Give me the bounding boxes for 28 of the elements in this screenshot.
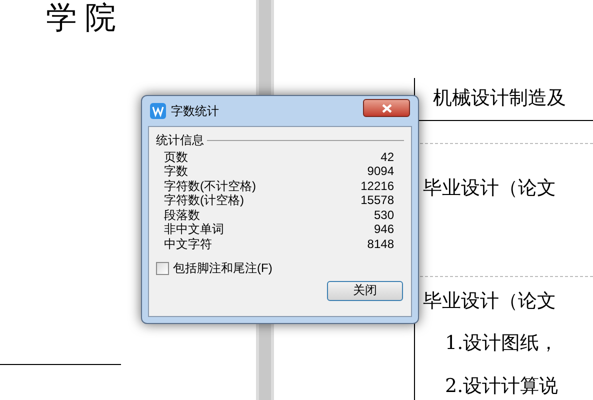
close-button[interactable] bbox=[363, 99, 410, 117]
dialog-title: 字数统计 bbox=[171, 103, 219, 120]
app-icon bbox=[150, 103, 166, 119]
group-label: 统计信息 bbox=[156, 133, 204, 148]
heading-text: 学院 bbox=[45, 0, 125, 36]
stat-label: 页数 bbox=[164, 150, 188, 164]
stat-label: 字符数(不计空格) bbox=[164, 178, 256, 193]
table-cell-text: 毕业设计（论文 bbox=[422, 177, 556, 200]
stat-label: 中文字符 bbox=[164, 236, 212, 251]
list-item: 2.设计计算说 bbox=[445, 374, 558, 396]
checkbox[interactable] bbox=[156, 262, 169, 275]
table-cell-text: 毕业设计（论文 bbox=[422, 290, 556, 312]
stat-value: 946 bbox=[374, 222, 394, 236]
list-item: 1.设计图纸， bbox=[445, 332, 558, 354]
stat-value: 42 bbox=[380, 150, 394, 164]
stat-label: 段落数 bbox=[164, 208, 200, 222]
stat-label: 字数 bbox=[164, 164, 188, 178]
stat-value: 15578 bbox=[360, 193, 394, 208]
stat-value: 12216 bbox=[360, 178, 394, 193]
stat-value: 8148 bbox=[367, 236, 394, 251]
close-dialog-button[interactable]: 关闭 bbox=[327, 280, 403, 300]
stat-label: 非中文单词 bbox=[164, 222, 224, 236]
table-heading: 机械设计制造及 bbox=[432, 87, 566, 109]
stat-value: 530 bbox=[374, 208, 394, 222]
checkbox-label: 包括脚注和尾注(F) bbox=[173, 261, 272, 276]
stat-label: 字符数(计空格) bbox=[164, 193, 244, 208]
close-icon bbox=[382, 104, 392, 112]
stat-value: 9094 bbox=[367, 164, 394, 178]
